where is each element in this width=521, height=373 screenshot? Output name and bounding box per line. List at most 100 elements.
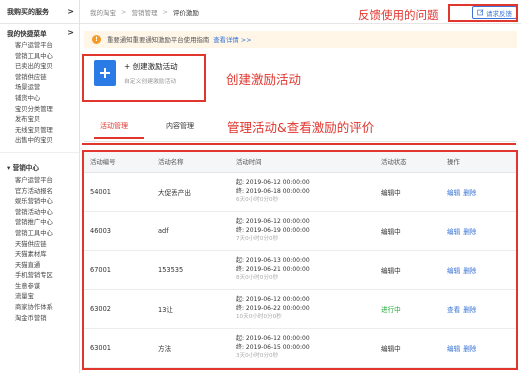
sidebar-item[interactable]: 客户运营平台: [0, 176, 79, 187]
end-time: 终: 2019-06-18 00:00:00: [236, 187, 310, 195]
active-tab-indicator: [94, 137, 144, 139]
sidebar-item[interactable]: 生意参谋: [0, 282, 79, 293]
sidebar-item[interactable]: 出售中的宝贝: [0, 136, 79, 147]
sidebar-item[interactable]: 营销工具中心: [0, 52, 79, 63]
action-link-primary[interactable]: 编辑: [447, 189, 460, 197]
action-link-primary[interactable]: 编辑: [447, 228, 460, 236]
status-badge: 编辑中: [375, 250, 441, 290]
notice-text: 重要通知重要通知激励平台使用指南: [107, 36, 210, 44]
column-header: 活动状态: [375, 152, 441, 173]
annotation-feedback: 反馈使用的问题: [358, 8, 439, 22]
breadcrumb-item[interactable]: 我的淘宝: [90, 7, 116, 17]
sidebar-section-label: 我的快捷菜单: [7, 29, 47, 38]
sidebar-item[interactable]: 官方活动报名: [0, 187, 79, 198]
create-activity-title: + 创建激励活动: [124, 62, 178, 71]
sidebar-header-label: 我购买的服务: [7, 7, 49, 16]
tab-activity-management[interactable]: 活动管理: [100, 121, 128, 131]
sidebar-item[interactable]: 营销推广中心: [0, 218, 79, 229]
activity-name: 大促丢产出: [152, 172, 230, 212]
sidebar-item[interactable]: 铺货中心: [0, 94, 79, 105]
warning-icon: !: [92, 35, 101, 44]
sidebar-purchased-services[interactable]: 我购买的服务 >: [0, 0, 79, 24]
action-link-primary[interactable]: 查看: [447, 306, 460, 314]
create-plus-icon: [94, 60, 116, 86]
start-time: 起: 2019-06-12 00:00:00: [236, 179, 310, 186]
delete-link[interactable]: 删除: [463, 267, 476, 275]
duration: 10天0小时0分0秒: [236, 314, 282, 320]
activity-name: adf: [152, 211, 230, 251]
sidebar-item[interactable]: 无线宝贝管理: [0, 126, 79, 137]
actions-cell: 查看 删除: [441, 289, 516, 329]
action-link-primary[interactable]: 编辑: [447, 345, 460, 353]
status-badge: 编辑中: [375, 211, 441, 251]
duration: 6天0小时0分0秒: [236, 197, 279, 203]
activity-name: 方法: [152, 328, 230, 368]
activity-name: 153535: [152, 250, 230, 290]
sidebar-item[interactable]: 宝贝分类管理: [0, 105, 79, 116]
sidebar-item[interactable]: 天猫供应链: [0, 240, 79, 251]
delete-link[interactable]: 删除: [463, 306, 476, 314]
delete-link[interactable]: 删除: [463, 228, 476, 236]
sidebar-item[interactable]: 发布宝贝: [0, 115, 79, 126]
column-header: 活动时间: [230, 152, 375, 173]
sidebar-item[interactable]: 商家协作体系: [0, 303, 79, 314]
annotation-underline: [82, 143, 516, 145]
end-time: 终: 2019-06-21 00:00:00: [236, 265, 310, 273]
duration: 3天0小时0分0秒: [236, 353, 279, 359]
delete-link[interactable]: 删除: [463, 345, 476, 353]
status-badge: 编辑中: [375, 328, 441, 368]
sidebar-item[interactable]: 营销工具中心: [0, 229, 79, 240]
activity-time: 起: 2019-06-12 00:00:00 终: 2019-06-19 00:0…: [230, 211, 375, 251]
sidebar: 我购买的服务 > 我的快捷菜单 > 客户运营平台 营销工具中心 已卖出的宝贝 营销供应…: [0, 0, 80, 373]
duration: 8天0小时0分0秒: [236, 275, 279, 281]
sidebar-divider: [0, 147, 79, 153]
start-time: 起: 2019-06-12 00:00:00: [236, 296, 310, 303]
column-header: 操作: [441, 152, 516, 173]
notice-banner: ! 重要通知重要通知激励平台使用指南 查看详情 >>: [84, 31, 517, 48]
notice-link[interactable]: 查看详情 >>: [213, 35, 251, 44]
action-link-primary[interactable]: 编辑: [447, 267, 460, 275]
activity-table: 活动编号 活动名称 活动时间 活动状态 操作 54001 大促丢产出 起: 2019…: [82, 150, 518, 370]
start-time: 起: 2019-06-12 00:00:00: [236, 218, 310, 225]
create-activity-subtitle: 自定义创建激励活动: [124, 79, 177, 85]
chevron-right-icon: >: [67, 28, 74, 37]
activity-id: 67001: [84, 250, 152, 290]
end-time: 终: 2019-06-22 00:00:00: [236, 304, 310, 312]
actions-cell: 编辑 删除: [441, 211, 516, 251]
duration: 7天0小时0分0秒: [236, 236, 279, 242]
actions-cell: 编辑 删除: [441, 172, 516, 212]
table-header-row: 活动编号 活动名称 活动时间 活动状态 操作: [84, 152, 516, 173]
sidebar-item[interactable]: 营销供应链: [0, 73, 79, 84]
tab-content-management[interactable]: 内容管理: [166, 121, 194, 131]
end-time: 终: 2019-06-19 00:00:00: [236, 226, 310, 234]
sidebar-item[interactable]: 娱乐营销中心: [0, 197, 79, 208]
start-time: 起: 2019-06-12 00:00:00: [236, 335, 310, 342]
breadcrumb-separator: >: [162, 7, 168, 16]
sidebar-item[interactable]: 淘金币营销: [0, 314, 79, 325]
column-header: 活动名称: [152, 152, 230, 173]
status-badge: 进行中: [375, 289, 441, 329]
sidebar-item[interactable]: 客户运营平台: [0, 41, 79, 52]
sidebar-item[interactable]: 手机营销专区: [0, 271, 79, 282]
activity-name: 13让: [152, 289, 230, 329]
table-row: 63001 方法 起: 2019-06-12 00:00:00 终: 2019-06-…: [84, 328, 516, 368]
breadcrumb-item[interactable]: 营销管理: [131, 7, 157, 17]
sidebar-item[interactable]: 已卖出的宝贝: [0, 62, 79, 73]
tab-bar: 活动管理 内容管理: [86, 112, 216, 140]
sidebar-section-quick-menu[interactable]: 我的快捷菜单 >: [0, 24, 79, 41]
activity-id: 46003: [84, 211, 152, 251]
activity-time: 起: 2019-06-12 00:00:00 终: 2019-06-18 00:0…: [230, 172, 375, 212]
sidebar-item[interactable]: 天猫直通: [0, 261, 79, 272]
sidebar-item[interactable]: 场景运营: [0, 83, 79, 94]
feedback-highlight-box: [448, 4, 518, 22]
sidebar-item[interactable]: 流量宝: [0, 292, 79, 303]
sidebar-section-marketing[interactable]: ▾ 营销中心: [0, 159, 79, 176]
table-row: 67001 153535 起: 2019-06-13 00:00:00 终: 2019…: [84, 250, 516, 290]
sidebar-item[interactable]: 天猫素材库: [0, 250, 79, 261]
column-header: 活动编号: [84, 152, 152, 173]
sidebar-item[interactable]: 营销活动中心: [0, 208, 79, 219]
create-activity-card[interactable]: + 创建激励活动 自定义创建激励活动: [82, 54, 206, 102]
tabs-divider: [84, 141, 517, 142]
delete-link[interactable]: 删除: [463, 189, 476, 197]
activity-time: 起: 2019-06-13 00:00:00 终: 2019-06-21 00:0…: [230, 250, 375, 290]
